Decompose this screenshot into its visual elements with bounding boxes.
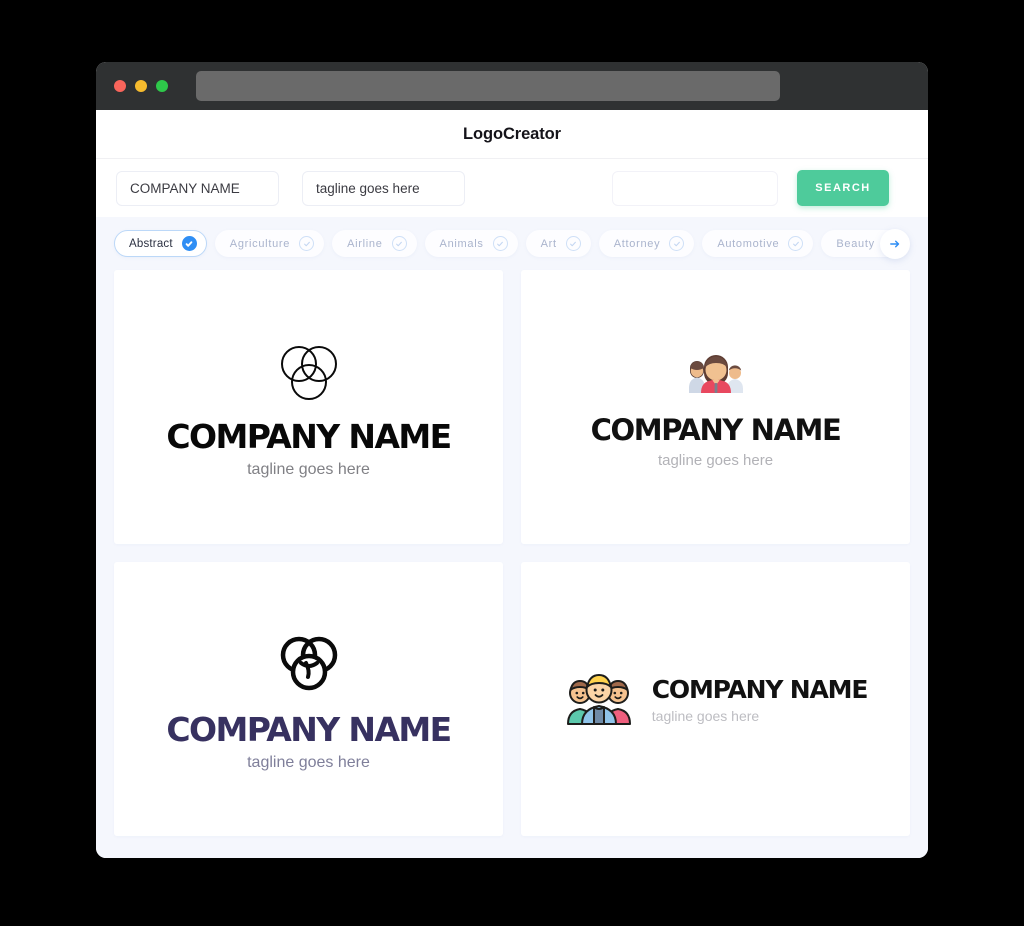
browser-window: LogoCreator SEARCH Abstract Agriculture bbox=[96, 62, 928, 858]
logo-card[interactable]: COMPANY NAME tagline goes here bbox=[114, 562, 503, 836]
tab-label: Beauty bbox=[836, 237, 875, 250]
logo-company-name: COMPANY NAME bbox=[651, 674, 869, 704]
tagline-input[interactable] bbox=[302, 170, 465, 206]
logo-card[interactable]: COMPANY NAME tagline goes here bbox=[521, 562, 910, 836]
tab-automotive[interactable]: Automotive bbox=[702, 230, 814, 257]
logo-tagline: tagline goes here bbox=[247, 753, 370, 771]
check-circle-icon bbox=[492, 236, 508, 251]
logo-company-name: COMPANY NAME bbox=[590, 412, 842, 447]
keyword-search-input[interactable] bbox=[612, 170, 778, 206]
logo-preview: COMPANY NAME tagline goes here bbox=[590, 346, 842, 469]
tab-label: Animals bbox=[439, 237, 484, 250]
tab-art[interactable]: Art bbox=[525, 230, 591, 257]
logo-tagline: tagline goes here bbox=[247, 460, 370, 478]
address-bar[interactable] bbox=[196, 71, 780, 101]
app-header: LogoCreator bbox=[96, 110, 928, 159]
tab-label: Agriculture bbox=[229, 237, 291, 250]
logo-text-block: COMPANY NAME tagline goes here bbox=[651, 674, 869, 724]
category-tab-bar: Abstract Agriculture Airline Animals Art… bbox=[96, 217, 928, 270]
logo-preview: COMPANY NAME tagline goes here bbox=[166, 627, 452, 772]
arrow-right-icon bbox=[890, 240, 900, 247]
people-group-flat-icon bbox=[676, 346, 756, 407]
search-button[interactable]: SEARCH bbox=[797, 170, 889, 206]
three-circles-outline-icon bbox=[273, 336, 345, 413]
logo-tagline: tagline goes here bbox=[651, 707, 760, 724]
tab-label: Automotive bbox=[717, 237, 780, 250]
logo-preview: COMPANY NAME tagline goes here bbox=[564, 666, 869, 733]
minimize-window-button[interactable] bbox=[135, 80, 147, 92]
people-trio-cartoon-icon bbox=[564, 666, 634, 733]
logo-card[interactable]: COMPANY NAME tagline goes here bbox=[114, 270, 503, 544]
next-categories-button[interactable] bbox=[880, 228, 910, 259]
logo-tagline: tagline goes here bbox=[657, 451, 774, 469]
browser-titlebar bbox=[96, 62, 928, 110]
maximize-window-button[interactable] bbox=[156, 80, 168, 92]
tab-label: Attorney bbox=[613, 237, 661, 250]
close-window-button[interactable] bbox=[114, 80, 126, 92]
tab-animals[interactable]: Animals bbox=[424, 230, 518, 257]
tab-label: Airline bbox=[347, 237, 383, 250]
app-content: Abstract Agriculture Airline Animals Art… bbox=[96, 217, 928, 858]
three-circles-bold-icon bbox=[273, 627, 345, 704]
tab-agriculture[interactable]: Agriculture bbox=[214, 230, 325, 257]
tab-abstract[interactable]: Abstract bbox=[114, 230, 207, 257]
check-circle-icon bbox=[181, 236, 197, 251]
check-circle-icon bbox=[391, 236, 407, 251]
page-title: LogoCreator bbox=[463, 124, 561, 143]
tab-airline[interactable]: Airline bbox=[332, 230, 417, 257]
company-name-input[interactable] bbox=[116, 170, 279, 206]
tab-label: Abstract bbox=[129, 237, 173, 250]
screenshot-stage: LogoCreator SEARCH Abstract Agriculture bbox=[0, 0, 1024, 926]
check-circle-icon bbox=[565, 236, 581, 251]
logo-preview: COMPANY NAME tagline goes here bbox=[166, 336, 452, 479]
logo-company-name: COMPANY NAME bbox=[166, 416, 452, 456]
logo-company-name: COMPANY NAME bbox=[166, 709, 452, 749]
check-circle-icon bbox=[669, 236, 685, 251]
search-toolbar: SEARCH bbox=[96, 159, 928, 217]
check-circle-icon bbox=[788, 236, 804, 251]
window-controls bbox=[114, 80, 168, 92]
logo-card[interactable]: COMPANY NAME tagline goes here bbox=[521, 270, 910, 544]
tab-attorney[interactable]: Attorney bbox=[598, 230, 695, 257]
check-circle-icon bbox=[299, 236, 315, 251]
logo-grid: COMPANY NAME tagline goes here COMPANY N… bbox=[96, 270, 928, 836]
tab-label: Art bbox=[540, 237, 557, 250]
